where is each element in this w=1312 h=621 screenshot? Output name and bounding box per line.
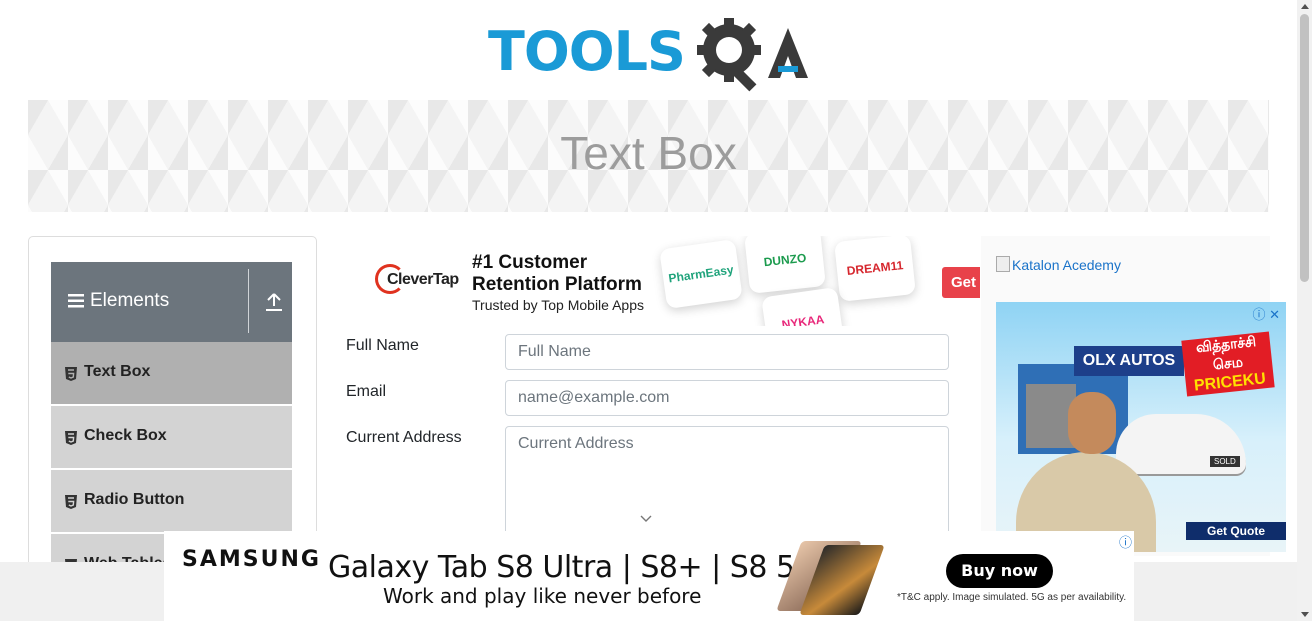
ad-brand: CleverTap bbox=[387, 271, 459, 288]
sidebar-item-label: Text Box bbox=[84, 363, 151, 380]
sidebar-item-text-box[interactable]: Text Box bbox=[51, 342, 292, 406]
person-face bbox=[1068, 392, 1116, 454]
get-quote-button[interactable]: Get Quote bbox=[1186, 522, 1286, 540]
samsung-ad[interactable]: ⓘ SAMSUNG Galaxy Tab S8 Ultra | S8+ | S8… bbox=[164, 531, 1134, 621]
divider bbox=[248, 269, 249, 333]
clevertap-ad[interactable]: CleverTap #1 Customer Retention Platform… bbox=[365, 236, 980, 326]
html5-icon bbox=[65, 367, 77, 381]
logo-text: TOOLS bbox=[488, 20, 686, 83]
samsung-logo: SAMSUNG bbox=[182, 547, 321, 572]
olx-brand: OLX AUTOS bbox=[1074, 346, 1184, 376]
scroll-thumb[interactable] bbox=[1300, 14, 1309, 282]
buy-now-button[interactable]: Buy now bbox=[946, 554, 1053, 588]
ad-tile-nykaa: NYKAA bbox=[761, 287, 845, 326]
ad-headline-line1: #1 Customer bbox=[472, 252, 588, 273]
collapse-upload-icon[interactable] bbox=[265, 292, 283, 312]
sidebar-item-radio-button[interactable]: Radio Button bbox=[51, 470, 292, 534]
full-name-label: Full Name bbox=[346, 337, 419, 354]
ad-subtitle: Work and play like never before bbox=[383, 584, 702, 608]
adchoices-icon[interactable]: ⓘ bbox=[1119, 532, 1132, 551]
sidebar-item-check-box[interactable]: Check Box bbox=[51, 406, 292, 470]
current-address-label: Current Address bbox=[346, 429, 462, 446]
page-title: Text Box bbox=[560, 127, 737, 179]
current-address-textarea[interactable] bbox=[505, 426, 949, 536]
email-label: Email bbox=[346, 383, 387, 400]
sold-tag: SOLD bbox=[1210, 456, 1240, 467]
scroll-up-arrow-icon[interactable] bbox=[1301, 4, 1309, 9]
ad-title: Galaxy Tab S8 Ultra | S8+ | S8 5G bbox=[328, 550, 818, 585]
page-banner: Text Box bbox=[28, 100, 1269, 212]
ad-headline-line2: Retention Platform bbox=[472, 274, 642, 295]
ad-tile-pharmeasy: PharmEasy bbox=[659, 239, 743, 309]
olx-autos-ad[interactable]: ⓘ ✕ OLX AUTOS வித்தாச்சி செம PRICEKU SOL… bbox=[996, 302, 1286, 552]
ad-tile-dream11: DREAM11 bbox=[834, 236, 916, 302]
broken-image-icon bbox=[996, 256, 1010, 272]
ad-headline: #1 Customer Retention Platform bbox=[472, 252, 642, 296]
ad-tile-dunzo: DUNZO bbox=[744, 236, 826, 294]
html5-icon bbox=[65, 431, 77, 445]
full-name-input[interactable] bbox=[505, 334, 949, 370]
chevron-down-icon bbox=[640, 515, 652, 522]
olx-tamil-banner: வித்தாச்சி செம PRICEKU bbox=[1181, 331, 1275, 397]
sidebar-group-title: Elements bbox=[90, 290, 170, 311]
adchoices-icon[interactable]: ⓘ ✕ bbox=[1252, 304, 1280, 323]
ad-get-button[interactable]: Get bbox=[942, 267, 980, 298]
katalon-link-text: Katalon Acedemy bbox=[1012, 257, 1121, 273]
html5-icon bbox=[65, 495, 77, 509]
scroll-down-arrow-icon[interactable] bbox=[1301, 612, 1309, 617]
sidebar-item-label: Radio Button bbox=[84, 491, 185, 508]
right-ad-panel: Katalon Acedemy ⓘ ✕ OLX AUTOS வித்தாச்சி… bbox=[981, 236, 1286, 556]
sidebar-group-elements[interactable]: Elements bbox=[51, 262, 292, 342]
sidebar: Elements Text Box Check Box Radio Button bbox=[28, 236, 317, 568]
logo-qa-gear-icon bbox=[697, 18, 808, 92]
toolsqa-logo[interactable]: TOOLS bbox=[488, 14, 813, 92]
ad-subline: Trusted by Top Mobile Apps bbox=[472, 297, 644, 313]
page-scrollbar[interactable] bbox=[1297, 0, 1312, 621]
hamburger-icon bbox=[68, 294, 84, 308]
sidebar-item-label: Check Box bbox=[84, 427, 167, 444]
ad-disclaimer: *T&C apply. Image simulated. 5G as per a… bbox=[897, 592, 1127, 603]
email-input[interactable] bbox=[505, 380, 949, 416]
katalon-academy-link[interactable]: Katalon Acedemy bbox=[996, 256, 1121, 273]
